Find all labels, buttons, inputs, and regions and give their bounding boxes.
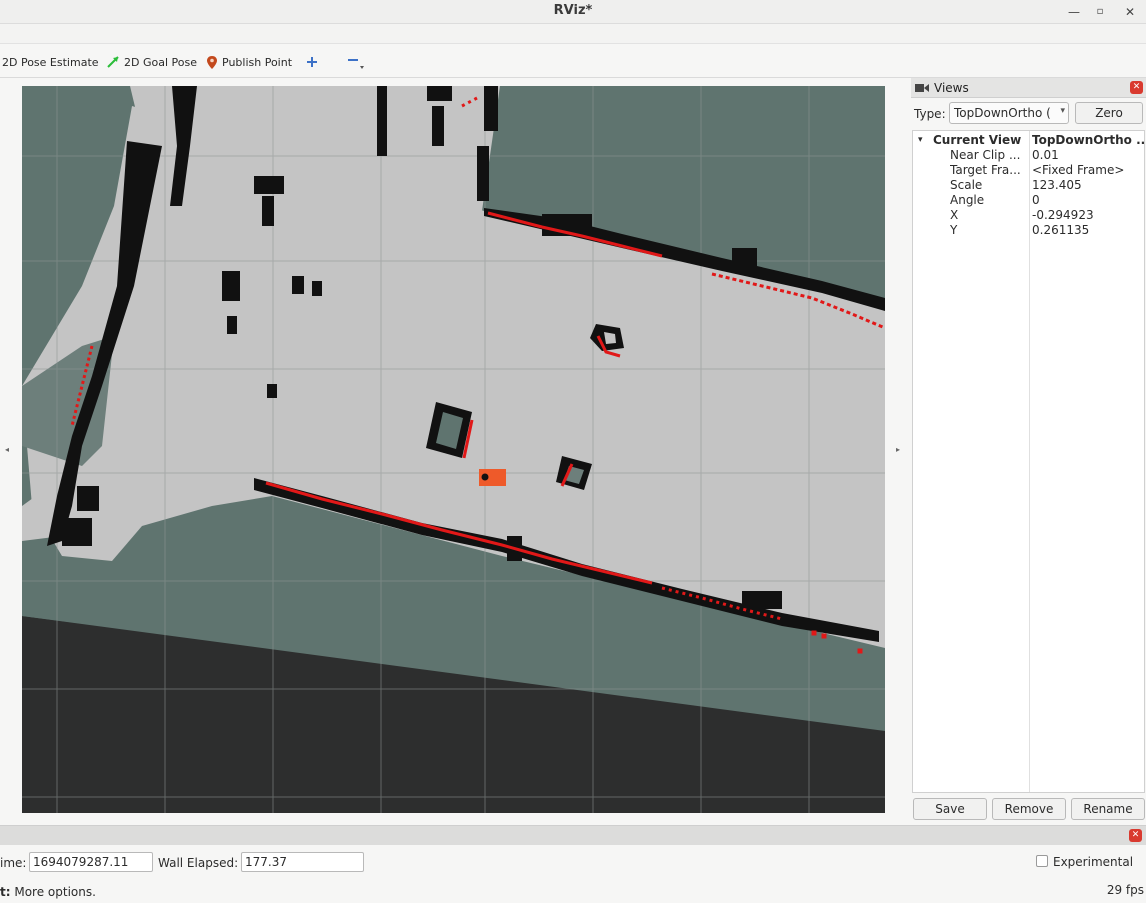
publish-point-label: Publish Point: [222, 55, 293, 69]
ros-time-label: ime:: [0, 856, 27, 870]
remove-tool-button[interactable]: [346, 53, 368, 71]
status-hint: t: More options.: [0, 885, 96, 899]
wall-elapsed-field[interactable]: 177.37: [241, 852, 364, 872]
views-panel-title: Views: [934, 81, 969, 95]
maximize-icon[interactable]: ▫: [1090, 2, 1110, 22]
property-row-scale[interactable]: Scale 123.405: [913, 178, 1144, 193]
map-canvas[interactable]: [22, 86, 885, 813]
view-properties-tree[interactable]: ▾ Current View TopDownOrtho ... Near Cli…: [912, 130, 1145, 793]
add-tool-button[interactable]: [306, 53, 322, 71]
goal-pose-tool[interactable]: 2D Goal Pose: [106, 53, 197, 71]
render-viewport[interactable]: [22, 86, 885, 813]
camera-icon: [915, 84, 929, 92]
dropdown-arrow-icon: ▾: [1060, 106, 1065, 116]
property-row-current-view[interactable]: ▾ Current View TopDownOrtho ...: [913, 133, 1144, 148]
minus-icon: [348, 59, 364, 69]
property-row-near-clip[interactable]: Near Clip ... 0.01: [913, 148, 1144, 163]
view-type-value: TopDownOrtho (: [954, 106, 1051, 120]
close-icon[interactable]: ✕: [1120, 2, 1140, 22]
property-row-angle[interactable]: Angle 0: [913, 193, 1144, 208]
left-collapse-icon[interactable]: ◂: [5, 445, 9, 454]
save-view-button[interactable]: Save: [913, 798, 987, 820]
title-bar: RViz* — ▫ ✕: [0, 0, 1146, 24]
goal-arrow-icon: [107, 56, 119, 68]
ros-time-field[interactable]: 1694079287.11: [29, 852, 153, 872]
robot-origin-dot: [481, 473, 489, 481]
wall-elapsed-label: Wall Elapsed:: [158, 856, 239, 870]
experimental-checkbox[interactable]: [1036, 855, 1048, 867]
pose-estimate-label: 2D Pose Estimate: [2, 55, 99, 69]
right-collapse-icon[interactable]: ▸: [896, 445, 900, 454]
property-row-x[interactable]: X -0.294923: [913, 208, 1144, 223]
close-time-panel-icon[interactable]: ✕: [1129, 829, 1142, 842]
zero-button[interactable]: Zero: [1075, 102, 1143, 124]
rviz-window: RViz* — ▫ ✕ 2D Pose Estimate 2D Goal Pos…: [0, 0, 1146, 903]
goal-pose-label: 2D Goal Pose: [124, 55, 197, 69]
window-title: RViz*: [553, 3, 593, 18]
expand-arrow-icon[interactable]: ▾: [918, 133, 923, 148]
map-pin-icon: [207, 55, 217, 69]
publish-point-tool[interactable]: Publish Point: [206, 53, 292, 71]
views-panel-header: Views ✕: [911, 78, 1146, 98]
view-type-label: Type:: [914, 107, 946, 121]
pose-estimate-tool[interactable]: 2D Pose Estimate: [2, 53, 99, 71]
tool-bar: 2D Pose Estimate 2D Goal Pose Publish Po…: [0, 44, 1146, 78]
time-panel-header: ✕: [0, 825, 1146, 845]
status-bar: t: More options. 29 fps: [0, 879, 1146, 903]
remove-view-button[interactable]: Remove: [992, 798, 1066, 820]
property-row-y[interactable]: Y 0.261135: [913, 223, 1144, 238]
close-views-icon[interactable]: ✕: [1130, 81, 1143, 94]
status-hint-prefix: t:: [0, 885, 11, 899]
experimental-label: Experimental: [1053, 855, 1134, 869]
views-panel: Views ✕ Type: TopDownOrtho ( ▾ Zero ▾ Cu…: [911, 78, 1146, 825]
rename-view-button[interactable]: Rename: [1071, 798, 1145, 820]
plus-icon: [307, 57, 317, 67]
menu-bar: [0, 24, 1146, 44]
minimize-icon[interactable]: —: [1064, 2, 1084, 22]
time-panel: ime: 1694079287.11 Wall Elapsed: 177.37 …: [0, 845, 1146, 879]
fps-counter: 29 fps: [1106, 883, 1144, 897]
property-row-target-frame[interactable]: Target Fra... <Fixed Frame>: [913, 163, 1144, 178]
view-type-select[interactable]: TopDownOrtho ( ▾: [949, 102, 1069, 124]
status-hint-text: More options.: [10, 885, 96, 899]
